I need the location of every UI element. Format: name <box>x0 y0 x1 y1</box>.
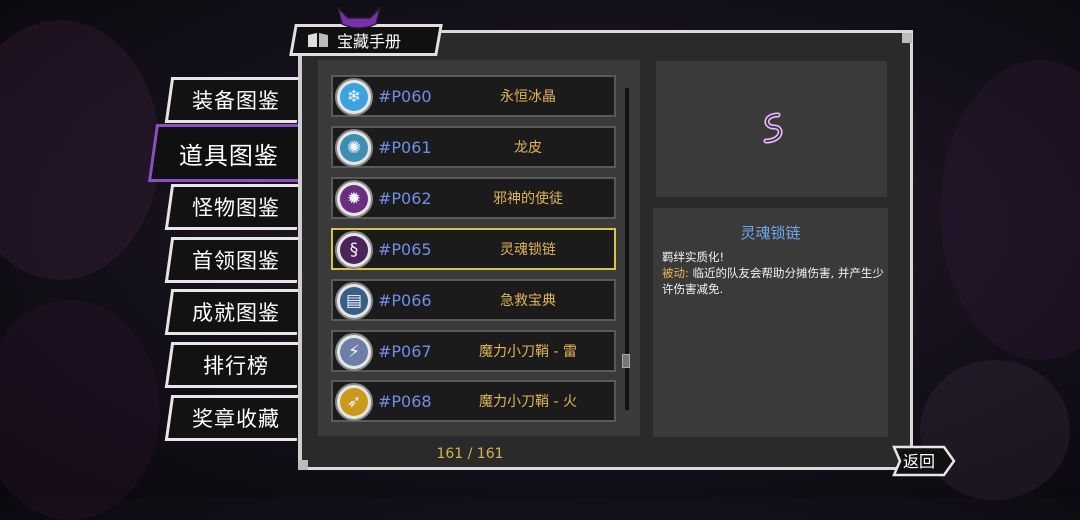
detail-description: 羁绊实质化! 被动: 临近的队友会帮助分摊伤害, 并产生少许伤害减免. <box>662 249 884 297</box>
item-icon-frame: ✹ <box>335 180 373 218</box>
snowflake-icon: ❄ <box>340 83 368 111</box>
tab-achievement-codex[interactable]: 成就图鉴 <box>164 289 304 335</box>
book-icon <box>308 33 328 47</box>
item-icon-frame: ❄ <box>335 78 373 116</box>
item-name: 灵魂锁链 <box>500 242 556 258</box>
evil-apostle-icon: ✹ <box>340 185 368 213</box>
item-row[interactable]: ❄ #P060 永恒冰晶 <box>331 75 616 117</box>
item-row[interactable]: ▤ #P066 急救宝典 <box>331 279 616 321</box>
page-title: 宝藏手册 <box>337 32 402 51</box>
background-blob <box>940 60 1080 360</box>
item-code: #P068 <box>378 391 432 411</box>
frame-corner <box>902 33 912 43</box>
item-icon-frame: ➶ <box>335 383 373 421</box>
item-name: 魔力小刀鞘 - 火 <box>479 394 577 410</box>
passive-label: 被动: <box>662 266 689 280</box>
page-counter: 161 / 161 <box>436 446 504 462</box>
item-name: 急救宝典 <box>500 293 556 309</box>
background-blob <box>0 20 160 280</box>
item-code: #P066 <box>378 290 432 310</box>
passive-text: 临近的队友会帮助分摊伤害, 并产生少许伤害减免. <box>662 266 884 296</box>
item-preview <box>656 61 887 197</box>
detail-title: 灵魂锁链 <box>740 224 801 242</box>
item-icon-frame: ✺ <box>335 129 373 167</box>
detail-passive: 被动: 临近的队友会帮助分摊伤害, 并产生少许伤害减免. <box>662 265 884 297</box>
background-blob <box>0 300 160 520</box>
item-code: #P061 <box>378 137 432 157</box>
item-row[interactable]: ➶ #P068 魔力小刀鞘 - 火 <box>331 380 616 422</box>
dragon-skin-icon: ✺ <box>340 134 368 162</box>
item-row[interactable]: ✹ #P062 邪神的使徒 <box>331 177 616 219</box>
item-icon-frame: § <box>335 231 373 269</box>
tab-item-codex[interactable]: 道具图鉴 <box>147 124 307 182</box>
thunder-sheath-icon: ⚡ <box>340 338 368 366</box>
item-name: 永恒冰晶 <box>500 89 556 105</box>
soul-chain-preview-icon <box>763 112 783 144</box>
tab-boss-codex[interactable]: 首领图鉴 <box>164 237 304 283</box>
item-name: 魔力小刀鞘 - 雷 <box>479 344 577 360</box>
demon-horns-icon <box>336 6 382 29</box>
item-row[interactable]: ✺ #P061 龙皮 <box>331 126 616 168</box>
fire-sheath-icon: ➶ <box>340 388 368 416</box>
item-icon-frame: ▤ <box>335 282 373 320</box>
item-row[interactable]: § #P065 灵魂锁链 <box>331 228 616 270</box>
tab-monster-codex[interactable]: 怪物图鉴 <box>164 184 304 230</box>
soul-chain-icon: § <box>340 236 368 264</box>
detail-line: 羁绊实质化! <box>662 250 725 264</box>
item-code: #P065 <box>378 239 432 259</box>
item-name: 龙皮 <box>514 140 542 156</box>
background-blob <box>920 360 1070 500</box>
item-code: #P062 <box>378 188 432 208</box>
scrollbar-thumb[interactable] <box>622 354 630 368</box>
tab-equipment-codex[interactable]: 装备图鉴 <box>164 77 304 123</box>
item-code: #P067 <box>378 341 432 361</box>
tab-medal-collection[interactable]: 奖章收藏 <box>164 395 304 441</box>
back-button[interactable]: 返回 <box>890 445 956 477</box>
item-row[interactable]: ⚡ #P067 魔力小刀鞘 - 雷 <box>331 330 616 372</box>
back-label: 返回 <box>902 452 935 471</box>
item-code: #P060 <box>378 86 432 106</box>
item-icon-frame: ⚡ <box>335 333 373 371</box>
item-name: 邪神的使徒 <box>493 191 563 207</box>
tab-leaderboard[interactable]: 排行榜 <box>164 342 304 388</box>
frame-corner <box>298 460 308 470</box>
item-detail-panel: 灵魂锁链 羁绊实质化! 被动: 临近的队友会帮助分摊伤害, 并产生少许伤害减免. <box>653 208 888 437</box>
first-aid-book-icon: ▤ <box>340 287 368 315</box>
